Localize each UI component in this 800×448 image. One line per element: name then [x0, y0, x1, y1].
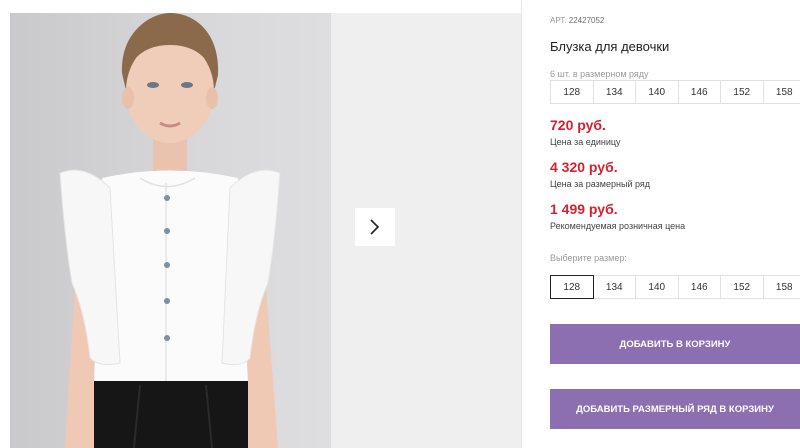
- add-size-row-to-cart-button[interactable]: ДОБАВИТЬ РАЗМЕРНЫЙ РЯД В КОРЗИНУ: [550, 389, 800, 429]
- pack-note: 6 шт. в размерном ряду: [550, 69, 649, 79]
- product-gallery: [10, 13, 521, 448]
- row-price-label: Цена за размерный ряд: [550, 179, 651, 189]
- size-option-128[interactable]: 128: [550, 275, 594, 299]
- unit-price: 720 руб.: [550, 117, 606, 133]
- pack-size-cell: 146: [677, 80, 721, 104]
- pack-size-cell: 158: [762, 80, 800, 104]
- product-info-panel: АРТ. 22427052 Блузка для девочки 6 шт. в…: [550, 0, 800, 448]
- panel-divider: [521, 0, 522, 448]
- chevron-right-icon: [370, 219, 380, 235]
- girl-in-blouse-image: [10, 13, 331, 448]
- pack-size-cell: 128: [550, 80, 594, 104]
- choose-size-label: Выберите размер:: [550, 253, 627, 263]
- size-option-140[interactable]: 140: [635, 275, 679, 299]
- row-price: 4 320 руб.: [550, 159, 618, 175]
- article-label: АРТ.: [550, 16, 567, 25]
- next-image-button[interactable]: [355, 208, 395, 246]
- add-to-cart-button[interactable]: ДОБАВИТЬ В КОРЗИНУ: [550, 324, 800, 364]
- pack-size-cell: 134: [592, 80, 636, 104]
- product-title: Блузка для девочки: [550, 39, 670, 54]
- unit-price-label: Цена за единицу: [550, 137, 621, 147]
- size-option-146[interactable]: 146: [677, 275, 721, 299]
- size-option-134[interactable]: 134: [592, 275, 636, 299]
- retail-price-label: Рекомендуемая розничная цена: [550, 221, 686, 231]
- article-value: 22427052: [568, 16, 605, 25]
- size-option-158[interactable]: 158: [762, 275, 800, 299]
- retail-price: 1 499 руб.: [550, 201, 618, 217]
- article-number: АРТ. 22427052: [550, 16, 604, 25]
- pack-size-cell: 140: [635, 80, 679, 104]
- size-selector: 128 134 140 146 152 158: [550, 275, 800, 299]
- pack-size-row: 128 134 140 146 152 158: [550, 80, 800, 104]
- pack-size-cell: 152: [720, 80, 764, 104]
- product-photo: [10, 13, 331, 448]
- size-option-152[interactable]: 152: [720, 275, 764, 299]
